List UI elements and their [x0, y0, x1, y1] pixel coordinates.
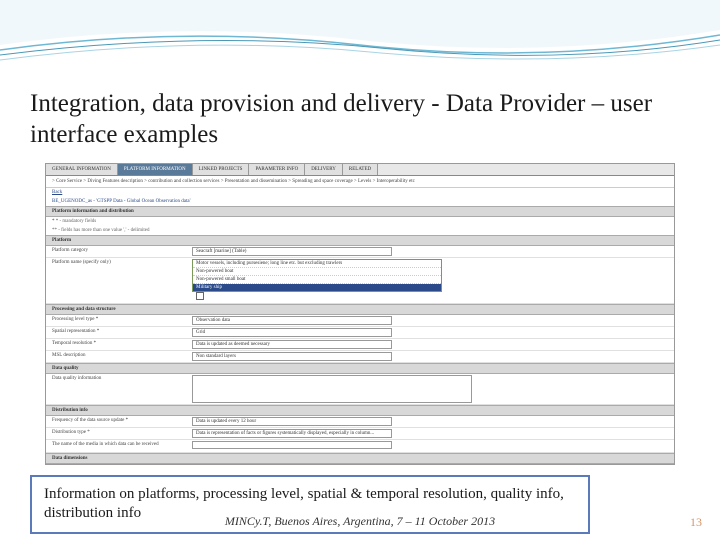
tab-linked[interactable]: LINKED PROJECTS	[193, 164, 250, 175]
optional-note: ** - fields has more than one value ',' …	[46, 226, 674, 235]
input-media[interactable]	[192, 441, 392, 449]
option-selected[interactable]: Military ship	[193, 284, 441, 291]
dataset-code: BE_UGENODC_as - 'GTSPP Data - Global Oce…	[46, 197, 674, 206]
select-frequency[interactable]: Data is updated every 12 hour	[192, 417, 392, 426]
label-dist-type: Distribution type *	[52, 429, 192, 435]
tab-general[interactable]: GENERAL INFORMATION	[46, 164, 118, 175]
tab-parameter[interactable]: PARAMETER INFO	[249, 164, 305, 175]
select-dist-type[interactable]: Data is representation of facts or figur…	[192, 429, 392, 438]
option[interactable]: Motor vessels, including pursesiene; lon…	[193, 260, 441, 268]
label-msl: MSL description	[52, 352, 192, 358]
select-platform-name[interactable]: Motor vessels, including pursesiene; lon…	[192, 259, 442, 292]
checkbox[interactable]	[196, 292, 204, 300]
label-media: The name of the media in which data can …	[52, 441, 192, 447]
label-quality: Data quality information	[52, 375, 192, 381]
section-quality: Data quality	[46, 363, 674, 374]
label-temporal: Temporal resolution *	[52, 340, 192, 346]
page-number: 13	[690, 515, 702, 530]
breadcrumb: > Core Service > Diving Features descrip…	[46, 176, 674, 188]
select-temporal[interactable]: Data is updated as deemed necessary	[192, 340, 392, 349]
section-platform-info: Platform information and distribution	[46, 206, 674, 217]
section-platform: Platform	[46, 235, 674, 246]
tab-platform[interactable]: PLATFORM INFORMATION	[118, 164, 193, 175]
footer: MINCy.T, Buenos Aires, Argentina, 7 – 11…	[0, 512, 720, 530]
mandatory-note: * * - mandatory fields	[46, 217, 674, 226]
footer-text: MINCy.T, Buenos Aires, Argentina, 7 – 11…	[225, 514, 495, 528]
option[interactable]: Non-powered boat	[193, 268, 441, 276]
ui-screenshot: GENERAL INFORMATION PLATFORM INFORMATION…	[45, 163, 675, 465]
label-frequency: Frequency of the data source update *	[52, 417, 192, 423]
label-proc-level: Processing level type *	[52, 316, 192, 322]
section-processing: Processing and data structure	[46, 304, 674, 315]
input-platform-category[interactable]: Seacraft [marine] (Table)	[192, 247, 392, 256]
textarea-quality[interactable]	[192, 375, 472, 403]
tab-delivery[interactable]: DELIVERY	[305, 164, 343, 175]
tab-bar: GENERAL INFORMATION PLATFORM INFORMATION…	[46, 164, 674, 176]
section-distribution: Distribution info	[46, 405, 674, 416]
label-platform-category: Platform category	[52, 247, 192, 253]
select-msl[interactable]: Non standard layers	[192, 352, 392, 361]
label-spatial: Spatial representation *	[52, 328, 192, 334]
option[interactable]: Non-powered small boat	[193, 276, 441, 284]
slide-title: Integration, data provision and delivery…	[30, 88, 690, 151]
select-spatial[interactable]: Grid	[192, 328, 392, 337]
section-data-dim: Data dimensions	[46, 453, 674, 464]
select-proc-level[interactable]: Observation data	[192, 316, 392, 325]
label-platform-name: Platform name (specify only)	[52, 259, 192, 265]
back-link[interactable]: Back	[46, 188, 674, 197]
tab-related[interactable]: RELATED	[343, 164, 378, 175]
